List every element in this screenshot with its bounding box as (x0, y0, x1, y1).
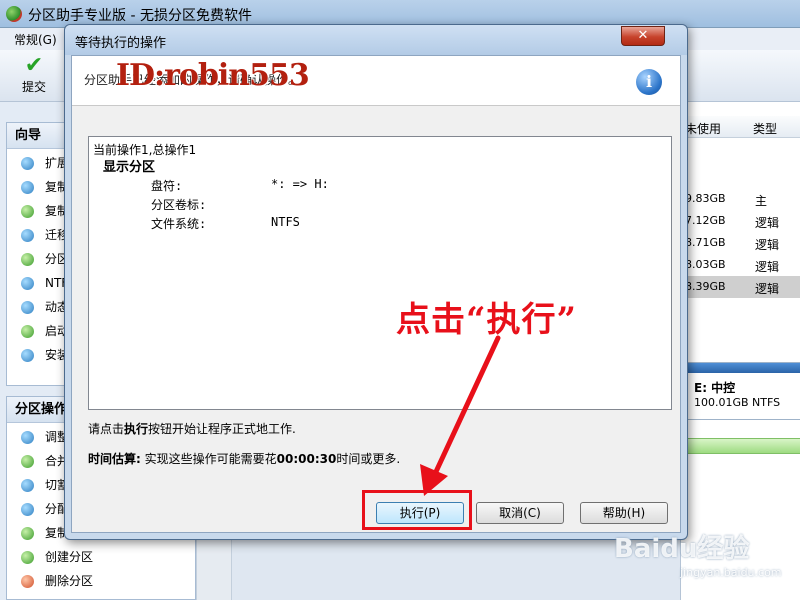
baidu-jingyan-logo: Baidu经验 (614, 534, 750, 564)
migrate-os-icon (21, 229, 34, 242)
table-row[interactable]: 8.71GB 逻辑 (681, 232, 800, 254)
copy-partition-icon (21, 205, 34, 218)
column-free-header[interactable]: 未使用 (685, 120, 721, 137)
close-button[interactable]: ✕ (621, 26, 665, 46)
menu-general[interactable]: 常规(G) (14, 31, 57, 48)
operation-detail-row: 文件系统: NTFS (151, 215, 300, 231)
table-row-selected[interactable]: 8.39GB 逻辑 (681, 276, 800, 298)
disk-usage-bar (688, 363, 800, 373)
operations-list[interactable]: 当前操作1,总操作1 显示分区 盘符: *: => H: 分区卷标: 文件系统:… (88, 136, 672, 410)
time-estimate: 时间估算: 实现这些操作可能需要花00:00:30时间或更多. (88, 452, 401, 466)
disk-partition-block[interactable]: E: 中控 100.01GB NTFS (687, 362, 800, 420)
create-partition-icon (21, 551, 34, 564)
delete-partition-icon (21, 575, 34, 588)
partition-op-item[interactable]: 删除分区 (7, 569, 195, 593)
table-row[interactable]: 9.83GB 主 (681, 188, 800, 210)
dialog-header: 分区助手已经添加的操作，请确认操作。 ID:robin553 i (72, 56, 680, 106)
operation-counter: 当前操作1,总操作1 (93, 143, 197, 157)
baidu-jingyan-url: jingyan.baidu.com (680, 566, 782, 579)
operation-detail-row: 分区卷标: (151, 198, 207, 212)
merge-partition-icon (21, 455, 34, 468)
resize-partition-icon (21, 431, 34, 444)
dialog-body: 分区助手已经添加的操作，请确认操作。 ID:robin553 i 当前操作1,总… (71, 55, 681, 533)
copy-partition-icon (21, 527, 34, 540)
disk-strip (687, 438, 800, 454)
app-title: 分区助手专业版 - 无损分区免费软件 (28, 8, 252, 24)
partition-op-item[interactable]: 创建分区 (7, 545, 195, 569)
install-icon (21, 349, 34, 362)
operation-title: 显示分区 (103, 160, 156, 175)
copy-disk-icon (21, 181, 34, 194)
operation-detail-row: 盘符: *: => H: (151, 177, 329, 193)
info-icon: i (636, 69, 662, 95)
execute-highlight-box (362, 490, 472, 530)
annotation-text: 点击“执行” (396, 300, 578, 340)
boot-disk-icon (21, 325, 34, 338)
column-type-header[interactable]: 类型 (753, 120, 777, 137)
dynamic-disk-icon (21, 301, 34, 314)
partition-recovery-icon (21, 253, 34, 266)
partition-list-area: 未使用 类型 9.83GB 主 7.12GB 逻辑 8.71GB 逻辑 8.03GB 逻… (680, 102, 800, 600)
author-watermark: ID:robin553 (116, 58, 310, 93)
table-row[interactable]: 8.03GB 逻辑 (681, 254, 800, 276)
dialog-title: 等待执行的操作 (75, 36, 167, 51)
checkmark-icon: ✔ (24, 53, 44, 78)
dialog-titlebar[interactable]: 等待执行的操作 ✕ (65, 25, 687, 55)
close-icon: ✕ (637, 28, 649, 43)
disk-partition-size: 100.01GB NTFS (694, 396, 781, 409)
split-partition-icon (21, 479, 34, 492)
ntfs-convert-icon (21, 277, 34, 290)
table-row[interactable]: 7.12GB 逻辑 (681, 210, 800, 232)
cancel-button[interactable]: 取消(C) (476, 502, 564, 524)
disk-partition-label: E: 中控 (694, 381, 736, 395)
commit-button[interactable]: ✔ 提交 (12, 54, 56, 98)
instruction-text: 请点击执行按钮开始让程序正式地工作. (88, 422, 296, 436)
extend-partition-icon (21, 157, 34, 170)
app-logo-icon (6, 6, 22, 22)
help-button[interactable]: 帮助(H) (580, 502, 668, 524)
allocate-space-icon (21, 503, 34, 516)
pending-operations-dialog: 等待执行的操作 ✕ 分区助手已经添加的操作，请确认操作。 ID:robin553… (64, 24, 688, 540)
commit-label: 提交 (21, 80, 46, 94)
partition-table-header: 未使用 类型 (681, 116, 800, 138)
